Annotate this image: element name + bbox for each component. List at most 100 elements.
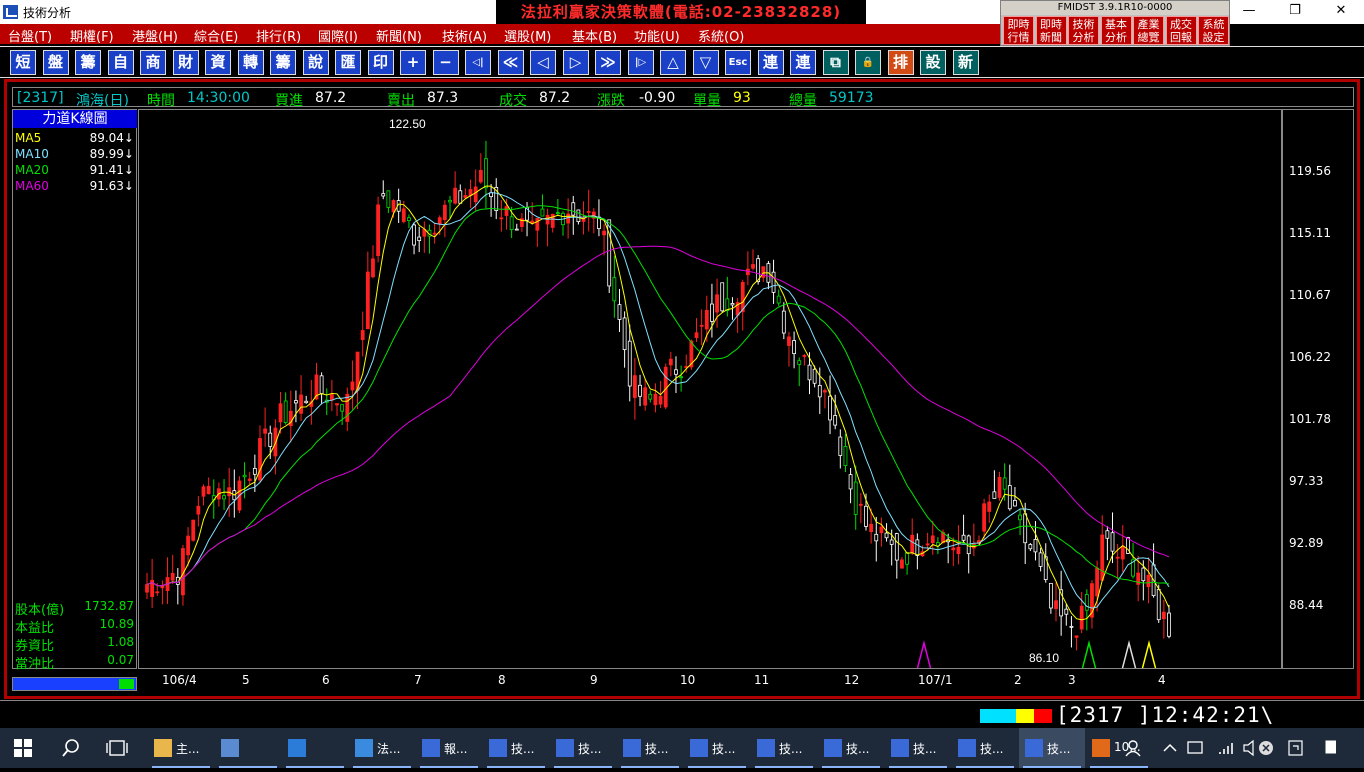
candle-body: [304, 400, 309, 404]
ma-label: MA10: [15, 147, 49, 161]
fmidst-button-6[interactable]: 系統 設定: [1198, 16, 1229, 45]
candle-body: [828, 395, 832, 421]
menu-select[interactable]: 選股(M): [504, 26, 551, 45]
task-view-button[interactable]: [94, 728, 140, 768]
start-button[interactable]: [0, 728, 46, 768]
taskbar-app-13[interactable]: 技...: [1019, 728, 1085, 768]
taskbar-app-3[interactable]: 法...: [349, 728, 415, 768]
fmidst-button-1[interactable]: 即時 新聞: [1035, 16, 1067, 45]
toolbar-button-17[interactable]: ▷: [562, 50, 589, 75]
fmidst-button-5[interactable]: 成交 回報: [1165, 16, 1197, 45]
toolbar-button-9[interactable]: 說: [302, 50, 329, 75]
menu-basic[interactable]: 基本(B): [572, 26, 617, 45]
taskbar-app-6[interactable]: 技...: [550, 728, 616, 768]
maximize-button[interactable]: ❐: [1272, 3, 1318, 18]
toolbar-button-3[interactable]: 自: [107, 50, 134, 75]
candlestick-chart[interactable]: 122.50 86.10: [138, 109, 1282, 669]
kline-title[interactable]: 力道K線圖: [13, 110, 137, 128]
taskbar-app-0[interactable]: 主...: [148, 728, 214, 768]
fmidst-button-label: 行情: [1007, 31, 1030, 44]
y-tick-label: 88.44: [1289, 598, 1324, 613]
minimize-button[interactable]: —: [1226, 3, 1272, 18]
toolbar-button-22[interactable]: Esc: [725, 50, 751, 75]
candle-body: [658, 395, 663, 405]
toolbar-button-2[interactable]: 籌: [75, 50, 101, 75]
tray-icons[interactable]: [1156, 728, 1342, 768]
toolbar-button-26[interactable]: 🔒: [855, 50, 881, 75]
toolbar-button-25[interactable]: ⧉: [822, 50, 849, 75]
menu-composite[interactable]: 綜合(E): [194, 26, 238, 45]
candle-body: [1018, 514, 1022, 521]
toolbar-button-12[interactable]: +: [400, 50, 426, 75]
taskbar-app-10[interactable]: 技...: [818, 728, 884, 768]
toolbar-button-29[interactable]: 新: [952, 50, 979, 75]
menu-function[interactable]: 功能(U): [634, 26, 680, 45]
toolbar-button-10[interactable]: 匯: [335, 50, 361, 75]
chart-canvas[interactable]: 122.50 86.10: [139, 110, 1281, 668]
toolbar-button-20[interactable]: △: [660, 50, 686, 75]
toolbar-button-11[interactable]: 印: [367, 50, 394, 75]
app-icon: [3, 5, 18, 19]
candle-body: [740, 282, 745, 313]
candle-body: [843, 446, 848, 466]
last-label: 成交: [499, 93, 527, 109]
menu-hk[interactable]: 港盤(H): [132, 26, 178, 45]
menu-intl[interactable]: 國際(I): [318, 26, 358, 45]
candle-body: [576, 209, 581, 223]
toolbar-button-6[interactable]: 資: [205, 50, 231, 75]
toolbar-button-27[interactable]: 排: [887, 50, 914, 75]
toolbar-button-7[interactable]: 轉: [237, 50, 264, 75]
taskbar-app-7[interactable]: 技...: [617, 728, 683, 768]
candle-body: [278, 403, 283, 423]
menu-system[interactable]: 系統(O): [698, 26, 744, 45]
toolbar-button-13[interactable]: −: [432, 50, 459, 75]
toolbar-button-15[interactable]: ≪: [497, 50, 524, 75]
fmidst-button-0[interactable]: 即時 行情: [1003, 16, 1034, 45]
search-button[interactable]: [48, 728, 92, 768]
toolbar-button-0[interactable]: 短: [10, 50, 36, 75]
taskbar-app-4[interactable]: 報...: [416, 728, 482, 768]
bid-label: 買進: [275, 93, 303, 109]
promo-banner: 法拉利贏家決策軟體(電話:02-23832828): [496, 0, 866, 24]
menu-futures[interactable]: 期權(F): [70, 26, 114, 45]
toolbar-button-21[interactable]: ▽: [692, 50, 719, 75]
taskbar-app-11[interactable]: 技...: [885, 728, 951, 768]
unitvol-label: 單量: [693, 93, 721, 109]
system-tray: [1156, 728, 1342, 768]
stat-value: 10.89: [99, 617, 134, 631]
toolbar-button-18[interactable]: ≫: [595, 50, 621, 75]
menu-news[interactable]: 新聞(N): [376, 26, 422, 45]
toolbar-button-1[interactable]: 盤: [42, 50, 69, 75]
menu-tech[interactable]: 技術(A): [442, 26, 487, 45]
fmidst-button-4[interactable]: 產業 總覽: [1133, 16, 1164, 45]
taskbar-app-1[interactable]: [215, 728, 281, 768]
taskbar-app-12[interactable]: 技...: [952, 728, 1018, 768]
toolbar-button-28[interactable]: 設: [920, 50, 946, 75]
toolbar-button-5[interactable]: 財: [172, 50, 199, 75]
toolbar-button-8[interactable]: 籌: [270, 50, 296, 75]
quote-bar: [2317] 鴻海(日) 時間 14:30:00 買進 87.2 賣出 87.3…: [12, 87, 1354, 109]
candle-body: [509, 216, 514, 231]
candle-body: [638, 384, 642, 397]
fmidst-button-2[interactable]: 技術 分析: [1068, 16, 1099, 45]
toolbar-button-24[interactable]: 連: [790, 50, 816, 75]
toolbar-button-23[interactable]: 連: [757, 50, 784, 75]
taskbar-app-14[interactable]: 10...: [1086, 728, 1152, 768]
fmidst-button-label: 設定: [1202, 31, 1225, 44]
taskbar-app-9[interactable]: 技...: [751, 728, 817, 768]
toolbar-button-14[interactable]: ◁|: [465, 50, 491, 75]
taskbar-app-2[interactable]: [282, 728, 348, 768]
taskbar-app-8[interactable]: 技...: [684, 728, 750, 768]
toolbar-button-16[interactable]: ◁: [530, 50, 556, 75]
app-icon: [891, 739, 909, 757]
candle-body: [879, 526, 884, 534]
candle-body: [586, 211, 591, 213]
toolbar-button-4[interactable]: 商: [140, 50, 166, 75]
fmidst-button-label: 技術: [1072, 18, 1095, 31]
taskbar-app-5[interactable]: 技...: [483, 728, 549, 768]
toolbar-button-19[interactable]: |▷: [627, 50, 654, 75]
fmidst-button-3[interactable]: 基本 分析: [1100, 16, 1132, 45]
menu-taiwan[interactable]: 台盤(T): [8, 26, 52, 45]
menu-rank[interactable]: 排行(R): [256, 26, 301, 45]
close-button[interactable]: ✕: [1318, 3, 1364, 18]
